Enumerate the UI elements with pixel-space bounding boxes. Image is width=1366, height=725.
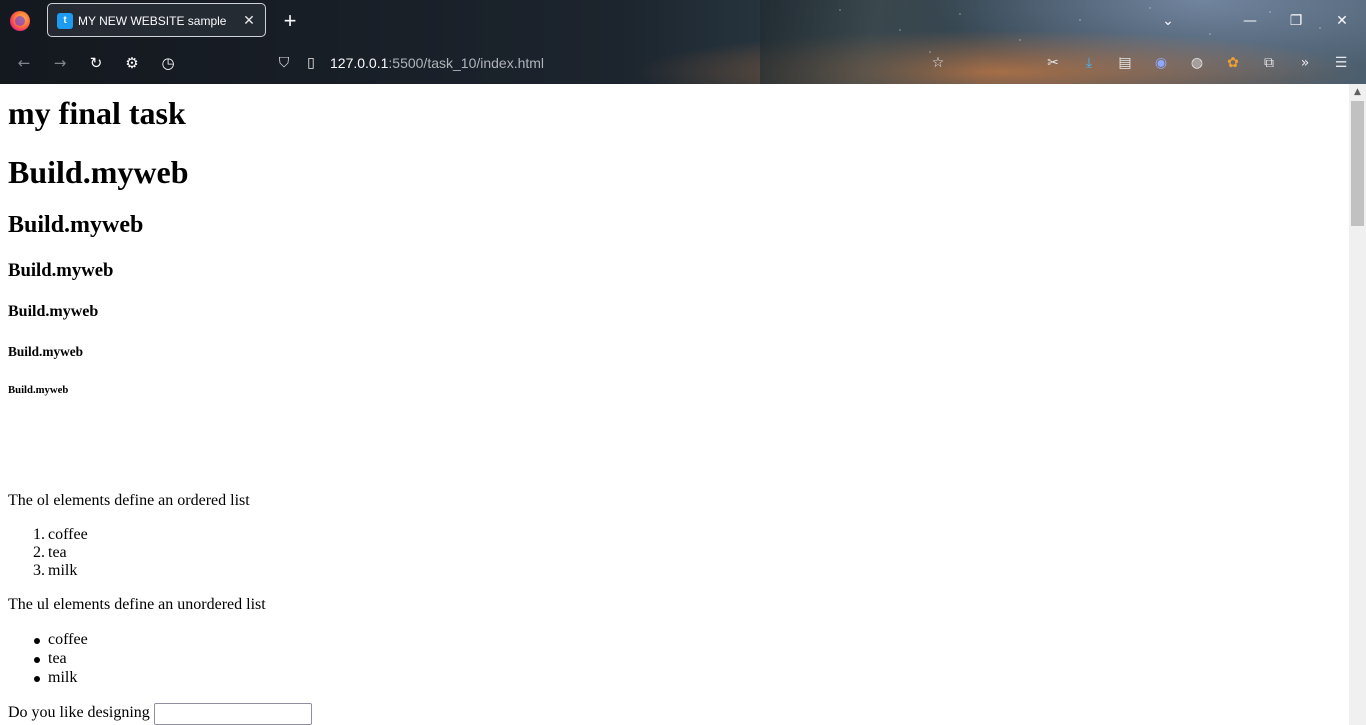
page-heading-h1: my final task (8, 95, 186, 131)
restore-button[interactable]: ❐ (1285, 10, 1307, 32)
minimize-button[interactable]: — (1239, 10, 1261, 32)
extensions-puzzle-icon[interactable]: ⧉ (1259, 53, 1279, 73)
heading-h6: Build.myweb (8, 384, 69, 396)
ordered-list-intro: The ol elements define an ordered list (8, 492, 250, 509)
overflow-chevron-icon[interactable]: » (1295, 53, 1315, 73)
scrollbar-thumb[interactable] (1351, 101, 1364, 226)
heading-h3: Build.myweb (8, 260, 114, 281)
list-item: coffee (48, 526, 88, 543)
extension-flower-icon[interactable]: ✿ (1223, 53, 1243, 73)
forward-button[interactable]: → (50, 53, 70, 73)
heading-h5: Build.myweb (8, 344, 83, 359)
settings-gear-icon[interactable]: ⚙ (122, 53, 142, 73)
twitter-bird-icon: t (57, 13, 73, 29)
designing-answer-input[interactable] (154, 703, 312, 725)
tab-active[interactable]: t MY NEW WEBSITE sample ✕ (47, 3, 266, 37)
firefox-logo-icon[interactable] (10, 11, 30, 31)
bullet-icon (34, 657, 40, 663)
list-item-marker: 2. (33, 544, 45, 561)
url-bar[interactable]: ⛉ ▯ 127.0.0.1:5500/task_10/index.html ☆ (266, 46, 956, 80)
page-info-icon[interactable]: ▯ (301, 53, 321, 73)
history-clock-icon[interactable]: ◷ (158, 53, 178, 73)
downloads-icon[interactable]: ⤓ (1079, 53, 1099, 73)
close-window-button[interactable]: ✕ (1331, 10, 1353, 32)
cookie-icon[interactable]: ◍ (1187, 53, 1207, 73)
scroll-up-arrow-icon[interactable]: ▲ (1349, 84, 1366, 101)
url-path: :5500/task_10/index.html (388, 55, 545, 71)
browser-chrome: t MY NEW WEBSITE sample ✕ + ⌄ — ❐ ✕ ← → … (0, 0, 1366, 84)
bullet-icon (34, 676, 40, 682)
page-content: my final task Build.myweb Build.myweb Bu… (0, 84, 1349, 725)
heading-h1: Build.myweb (8, 154, 189, 190)
list-item: milk (48, 669, 78, 686)
bullet-icon (34, 638, 40, 644)
tab-list-button[interactable]: ⌄ (1157, 10, 1179, 32)
back-button[interactable]: ← (14, 53, 34, 73)
heading-h2: Build.myweb (8, 212, 144, 238)
tracking-shield-icon[interactable]: ⛉ (274, 53, 294, 73)
list-item: tea (48, 650, 67, 667)
screenshot-icon[interactable]: ✂ (1043, 53, 1063, 73)
extension-icon[interactable]: ◉ (1151, 53, 1171, 73)
bookmark-star-icon[interactable]: ☆ (928, 53, 948, 73)
vertical-scrollbar[interactable]: ▲ (1349, 84, 1366, 725)
list-item-marker: 3. (33, 562, 45, 579)
list-item: coffee (48, 631, 88, 648)
heading-h4: Build.myweb (8, 303, 99, 320)
unordered-list-intro: The ul elements define an unordered list (8, 596, 266, 613)
question-label: Do you like designing (8, 704, 150, 721)
reload-button[interactable]: ↻ (86, 53, 106, 73)
url-text[interactable]: 127.0.0.1:5500/task_10/index.html (330, 55, 544, 71)
menu-hamburger-icon[interactable]: ☰ (1331, 53, 1351, 73)
list-item: milk (48, 562, 78, 579)
url-host: 127.0.0.1 (330, 55, 389, 71)
list-item-marker: 1. (33, 526, 45, 543)
list-item: tea (48, 544, 67, 561)
reader-view-icon[interactable]: ▤ (1115, 53, 1135, 73)
tab-title: MY NEW WEBSITE sample (78, 14, 227, 28)
tab-close-icon[interactable]: ✕ (241, 12, 257, 28)
new-tab-button[interactable]: + (280, 10, 300, 32)
